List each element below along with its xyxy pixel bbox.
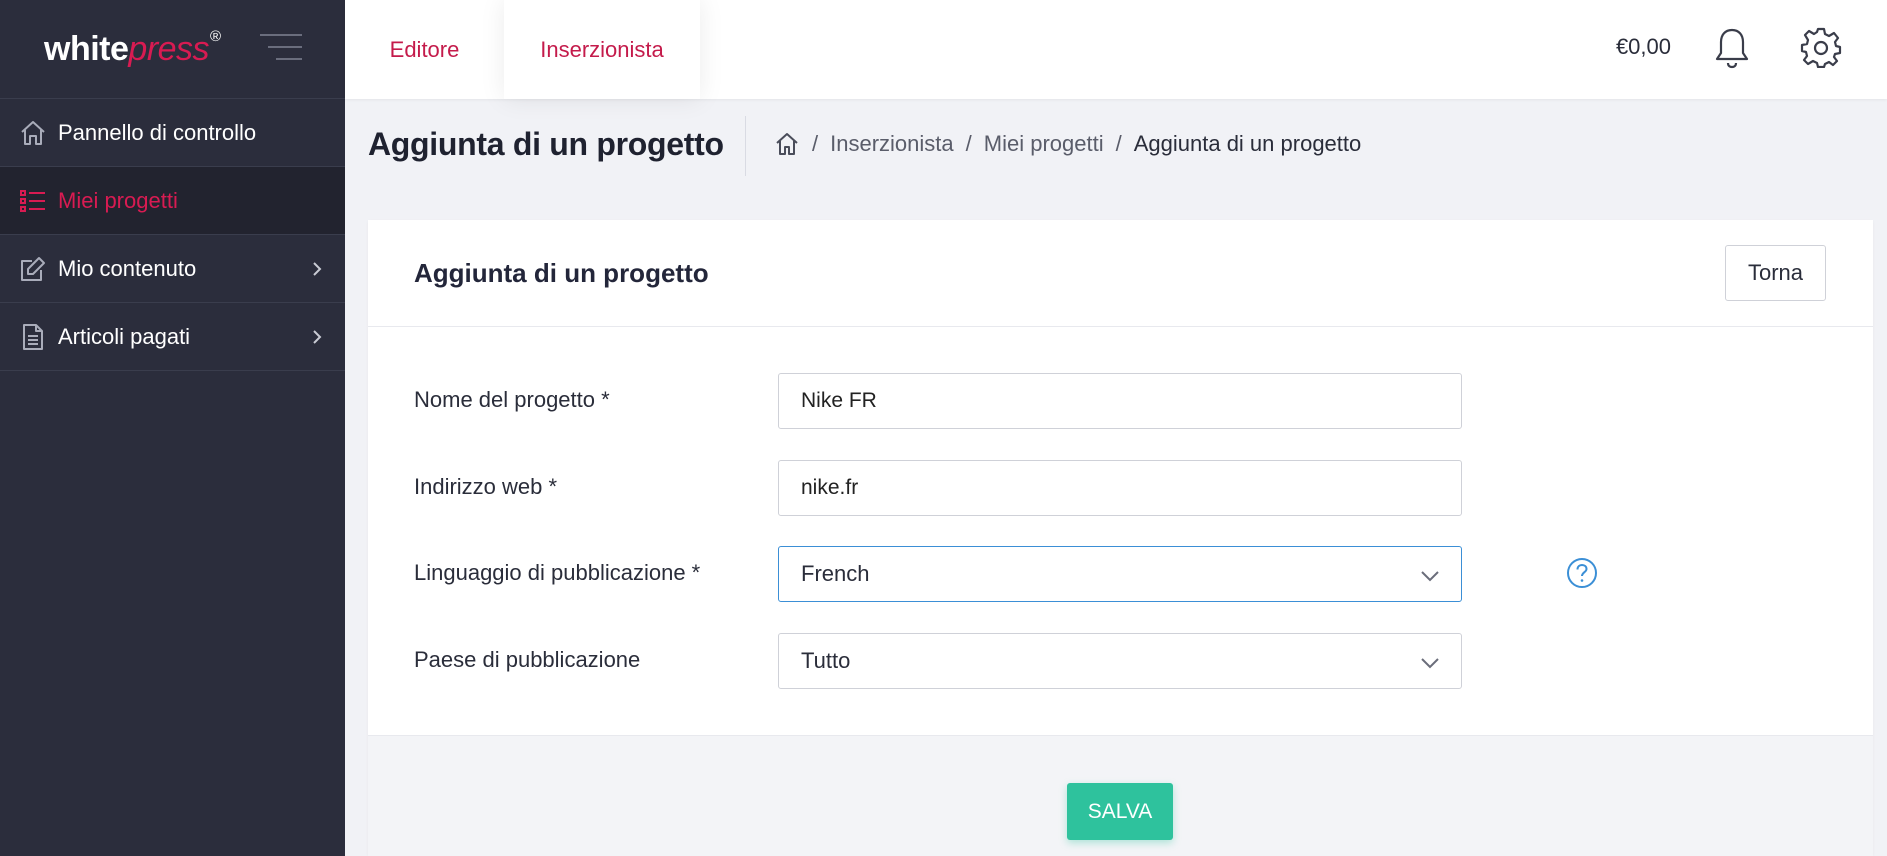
list-icon: [18, 186, 48, 216]
card-title: Aggiunta di un progetto: [414, 258, 709, 288]
help-icon[interactable]: [1566, 557, 1598, 589]
breadcrumb-advertiser[interactable]: Inserzionista: [830, 131, 954, 157]
chevron-right-icon: [313, 330, 322, 344]
logo-white: white: [44, 29, 129, 68]
chevron-right-icon: [313, 262, 322, 276]
header-divider: [745, 116, 746, 176]
card-header: Aggiunta di un progetto Torna: [368, 220, 1873, 327]
project-name-label: Nome del progetto *: [414, 387, 610, 412]
sidebar-item-dashboard[interactable]: Pannello di controllo: [0, 99, 345, 167]
account-balance[interactable]: €0,00: [1616, 34, 1671, 60]
back-button[interactable]: Torna: [1725, 245, 1826, 301]
language-select[interactable]: French: [778, 546, 1462, 602]
country-select[interactable]: Tutto: [778, 633, 1462, 689]
sidebar: whitepress® Pannello di controllo Miei p…: [0, 0, 345, 856]
home-icon: [18, 118, 48, 148]
breadcrumb-home-icon[interactable]: [774, 131, 800, 157]
breadcrumb: / Inserzionista / Miei progetti / Aggiun…: [774, 131, 1361, 157]
sidebar-item-label: Articoli pagati: [58, 323, 191, 349]
edit-icon: [18, 254, 48, 284]
topbar: Editore Inserzionista €0,00: [345, 0, 1887, 99]
sidebar-item-paid-articles[interactable]: Articoli pagati: [0, 303, 345, 371]
country-label: Paese di pubblicazione: [414, 647, 641, 672]
add-project-card: Aggiunta di un progetto Torna Nome del p…: [368, 220, 1873, 856]
bell-icon[interactable]: [1712, 26, 1752, 70]
document-icon: [18, 322, 48, 352]
breadcrumb-my-projects[interactable]: Miei progetti: [984, 131, 1104, 157]
project-name-input[interactable]: [778, 373, 1462, 429]
page-title: Aggiunta di un progetto: [368, 126, 724, 162]
logo-press: press: [128, 29, 210, 68]
breadcrumb-current: Aggiunta di un progetto: [1133, 131, 1362, 156]
web-address-label: Indirizzo web *: [414, 474, 558, 499]
save-button[interactable]: SALVA: [1067, 783, 1173, 840]
tab-advertiser[interactable]: Inserzionista: [504, 0, 700, 99]
chevron-down-icon: [1421, 658, 1439, 669]
card-footer: SALVA: [368, 735, 1873, 856]
form-row-project-name: Nome del progetto *: [414, 373, 1614, 429]
brand-logo[interactable]: whitepress®: [44, 28, 221, 69]
form-row-language: Linguaggio di pubblicazione * French: [414, 546, 1614, 602]
breadcrumb-separator: /: [965, 131, 972, 156]
country-selected-value: Tutto: [801, 648, 851, 673]
menu-toggle-icon[interactable]: [260, 34, 302, 62]
form-row-web-address: Indirizzo web *: [414, 460, 1614, 516]
breadcrumb-separator: /: [1115, 131, 1122, 156]
sidebar-item-label: Pannello di controllo: [58, 119, 257, 145]
language-selected-value: French: [801, 561, 870, 586]
breadcrumb-separator: /: [812, 131, 819, 156]
form-row-country: Paese di pubblicazione Tutto: [414, 633, 1614, 689]
chevron-down-icon: [1421, 571, 1439, 582]
sidebar-item-my-content[interactable]: Mio contenuto: [0, 235, 345, 303]
sidebar-item-label: Miei progetti: [58, 187, 178, 213]
web-address-input[interactable]: [778, 460, 1462, 516]
gear-icon[interactable]: [1800, 26, 1842, 68]
tab-publisher[interactable]: Editore: [345, 0, 504, 99]
sidebar-item-my-projects[interactable]: Miei progetti: [0, 167, 345, 235]
logo-registered-mark: ®: [210, 28, 221, 46]
logo-bar: whitepress®: [0, 0, 345, 99]
sidebar-item-label: Mio contenuto: [58, 255, 197, 281]
language-label: Linguaggio di pubblicazione *: [414, 560, 701, 585]
